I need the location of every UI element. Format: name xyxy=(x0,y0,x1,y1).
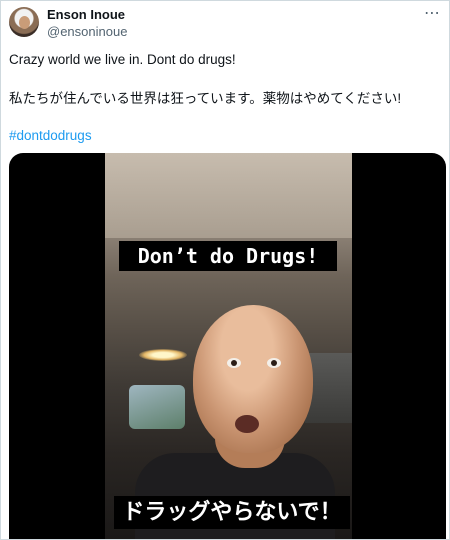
tweet-card: Enson Inoue @ensoninoue ⋯ Crazy world we… xyxy=(0,0,450,540)
video-frame[interactable] xyxy=(105,153,352,539)
tweet-text-english: Crazy world we live in. Dont do drugs! xyxy=(9,52,236,67)
car-ceiling xyxy=(105,153,352,238)
tweet-header: Enson Inoue @ensoninoue ⋯ xyxy=(9,6,441,41)
author-handle[interactable]: @ensoninoue xyxy=(47,24,127,40)
video-caption-bottom: ドラッグやらないで！ xyxy=(114,496,350,529)
tweet-text-japanese: 私たちが住んでいる世界は狂っています。薬物はやめてください! xyxy=(9,91,402,106)
author-info: Enson Inoue @ensoninoue xyxy=(47,7,127,40)
avatar[interactable] xyxy=(9,7,39,37)
dome-light xyxy=(139,349,187,361)
avatar-face xyxy=(19,16,30,29)
car-window-left xyxy=(129,385,185,429)
more-horizontal-icon[interactable]: ⋯ xyxy=(424,6,441,22)
person-eye-left xyxy=(227,358,241,368)
hashtag-link[interactable]: #dontdodrugs xyxy=(9,127,92,144)
author-display-name[interactable]: Enson Inoue xyxy=(47,7,127,23)
tweet-video[interactable]: Don’t do Drugs! ドラッグやらないで！ xyxy=(9,153,446,539)
video-caption-top: Don’t do Drugs! xyxy=(119,241,337,271)
person-eye-right xyxy=(267,358,281,368)
person-mouth xyxy=(235,415,259,433)
